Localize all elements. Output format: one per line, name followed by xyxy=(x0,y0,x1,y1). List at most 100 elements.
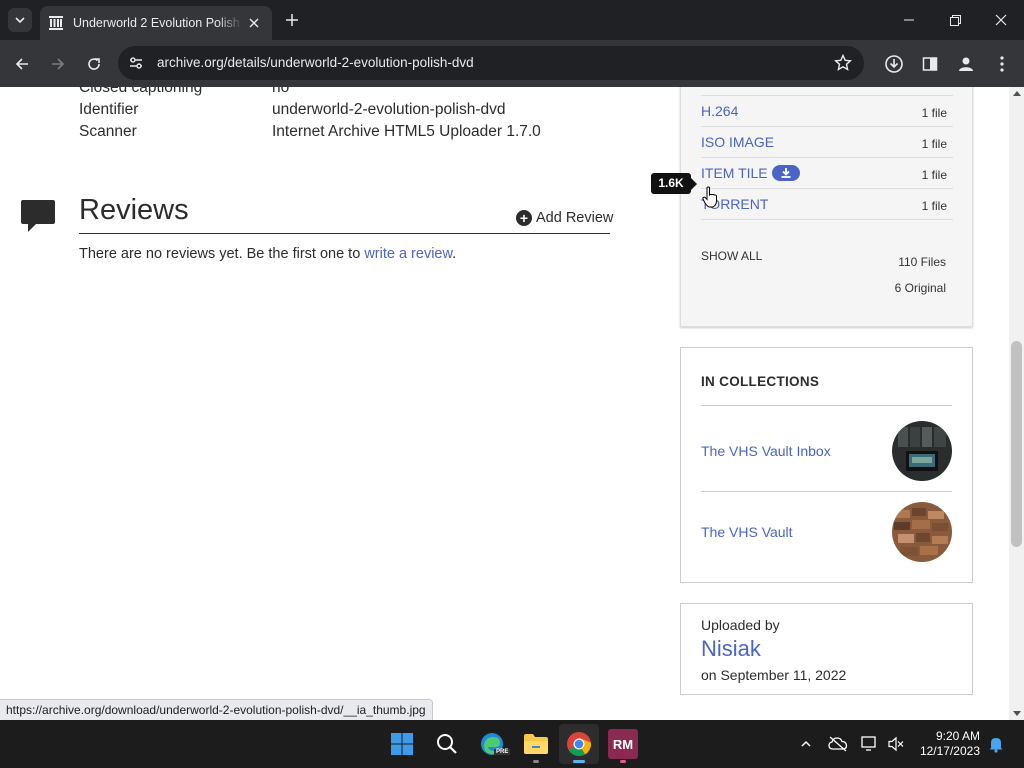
collection-link[interactable]: The VHS Vault Inbox xyxy=(701,443,831,459)
rm-app-icon: RM xyxy=(608,729,638,759)
download-file-count: 1 file xyxy=(921,137,947,151)
download-row[interactable]: ITEM TILE 1 file xyxy=(701,158,953,189)
divider xyxy=(79,233,610,234)
download-format-label: ITEM TILE xyxy=(701,165,768,181)
close-window-button[interactable] xyxy=(978,0,1024,40)
cloud-off-icon xyxy=(828,736,848,752)
browser-toolbar: archive.org/details/underworld-2-evoluti… xyxy=(0,40,1024,87)
restore-button[interactable] xyxy=(932,0,978,40)
tooltip-arrow xyxy=(691,178,697,190)
scrollbar-thumb[interactable] xyxy=(1011,341,1022,547)
chrome-icon xyxy=(567,732,591,757)
running-indicator xyxy=(533,760,539,763)
start-button[interactable] xyxy=(382,724,422,764)
volume-tray-button[interactable] xyxy=(886,734,906,754)
download-file-count: 1 file xyxy=(921,199,947,213)
downloads-button[interactable] xyxy=(882,52,906,76)
close-icon xyxy=(249,18,259,28)
archive-favicon-icon xyxy=(49,16,63,30)
divider xyxy=(701,491,952,492)
taskbar-rm-app[interactable]: RM xyxy=(603,724,643,764)
tab-title: Underworld 2 Evolution Polish DVD : Free… xyxy=(73,16,243,30)
download-icon xyxy=(885,55,903,73)
download-row[interactable]: TORRENT 1 file xyxy=(701,189,953,220)
show-hidden-icons-button[interactable] xyxy=(796,734,816,754)
edge-pre-badge: PRE xyxy=(494,749,511,755)
tab-close-button[interactable] xyxy=(246,15,262,31)
onedrive-tray-button[interactable] xyxy=(828,734,848,754)
download-row[interactable]: H.264 1 file xyxy=(701,96,953,127)
tab-strip: Underworld 2 Evolution Polish DVD : Free… xyxy=(0,0,1024,40)
divider xyxy=(701,405,952,406)
scroll-up-arrow-icon[interactable] xyxy=(1013,91,1021,96)
tab-active[interactable]: Underworld 2 Evolution Polish DVD : Free… xyxy=(40,6,272,40)
close-icon xyxy=(995,14,1007,26)
chevron-up-icon xyxy=(801,740,811,747)
upload-date: on September 11, 2022 xyxy=(701,667,847,683)
bookmark-star-icon[interactable] xyxy=(834,54,852,72)
metadata-label: Closed captioning xyxy=(79,87,203,96)
address-bar-url: archive.org/details/underworld-2-evoluti… xyxy=(157,55,474,70)
collection-thumbnail[interactable] xyxy=(892,421,952,481)
clock-date: 12/17/2023 xyxy=(919,744,980,758)
uploader-link[interactable]: Nisiak xyxy=(701,636,761,662)
page-scrollbar[interactable] xyxy=(1009,87,1024,720)
network-icon xyxy=(861,736,876,751)
search-button[interactable] xyxy=(427,724,467,764)
download-count-tooltip: 1.6K xyxy=(651,173,691,194)
collections-panel: IN COLLECTIONS The VHS Vault Inbox The V… xyxy=(680,347,973,583)
reviews-empty-end: . xyxy=(452,246,457,262)
scroll-down-arrow-icon[interactable] xyxy=(1013,711,1021,716)
link-status-bubble: https://archive.org/download/underworld-… xyxy=(0,699,433,720)
reviews-heading: Reviews xyxy=(79,194,189,226)
taskbar: PRE RM 9:20 AM 12/17/2023 xyxy=(0,720,1024,768)
download-format-link[interactable]: ITEM TILE xyxy=(701,165,800,182)
comment-icon xyxy=(21,200,55,232)
side-panel-icon xyxy=(922,57,938,71)
taskbar-clock[interactable]: 9:20 AM 12/17/2023 xyxy=(912,729,980,759)
side-panel-button[interactable] xyxy=(918,52,942,76)
forward-button[interactable] xyxy=(46,52,70,76)
notifications-button[interactable] xyxy=(986,734,1006,754)
download-badge[interactable] xyxy=(771,165,800,182)
minimize-button[interactable] xyxy=(886,0,932,40)
taskbar-edge-beta[interactable]: PRE xyxy=(472,724,512,764)
chevron-down-icon xyxy=(15,17,25,24)
new-tab-button[interactable] xyxy=(282,10,302,30)
kebab-menu-icon xyxy=(1000,56,1004,72)
add-review-label: Add Review xyxy=(536,210,614,226)
page-content: Closed captioning no Identifier underwor… xyxy=(0,87,1009,720)
search-icon xyxy=(437,734,457,754)
back-button[interactable] xyxy=(10,52,34,76)
plus-icon xyxy=(286,14,298,26)
download-format-link[interactable]: ISO IMAGE xyxy=(701,134,774,150)
reviews-empty-message: There are no reviews yet. Be the first o… xyxy=(79,246,456,262)
taskbar-chrome[interactable] xyxy=(559,724,599,764)
taskbar-file-explorer[interactable] xyxy=(516,724,556,764)
site-settings-icon[interactable] xyxy=(128,55,144,71)
profile-button[interactable] xyxy=(954,52,978,76)
hand-cursor-icon xyxy=(702,186,717,208)
network-tray-button[interactable] xyxy=(860,734,880,754)
collection-thumbnail[interactable] xyxy=(892,502,952,562)
reload-button[interactable] xyxy=(82,52,106,76)
tab-search-button[interactable] xyxy=(8,8,32,32)
minimize-icon xyxy=(904,19,914,21)
download-format-link[interactable]: H.264 xyxy=(701,103,738,119)
vhs-vault-thumbnail-icon xyxy=(892,502,952,562)
vhs-inbox-thumbnail-icon xyxy=(892,421,952,481)
write-review-link[interactable]: write a review xyxy=(364,246,452,262)
clock-time: 9:20 AM xyxy=(935,729,980,743)
restore-icon xyxy=(949,14,961,26)
rm-app-label: RM xyxy=(612,736,634,752)
show-all-link[interactable]: SHOW ALL xyxy=(701,249,762,263)
metadata-value: underworld-2-evolution-polish-dvd xyxy=(272,101,506,118)
download-row[interactable]: ISO IMAGE 1 file xyxy=(701,127,953,158)
uploader-panel: Uploaded by Nisiak on September 11, 2022 xyxy=(680,603,973,695)
collection-link[interactable]: The VHS Vault xyxy=(701,524,793,540)
running-indicator xyxy=(620,760,626,763)
metadata-label: Scanner xyxy=(79,123,137,140)
menu-button[interactable] xyxy=(990,52,1014,76)
address-bar[interactable]: archive.org/details/underworld-2-evoluti… xyxy=(118,46,864,80)
add-review-button[interactable]: + Add Review xyxy=(516,210,613,226)
